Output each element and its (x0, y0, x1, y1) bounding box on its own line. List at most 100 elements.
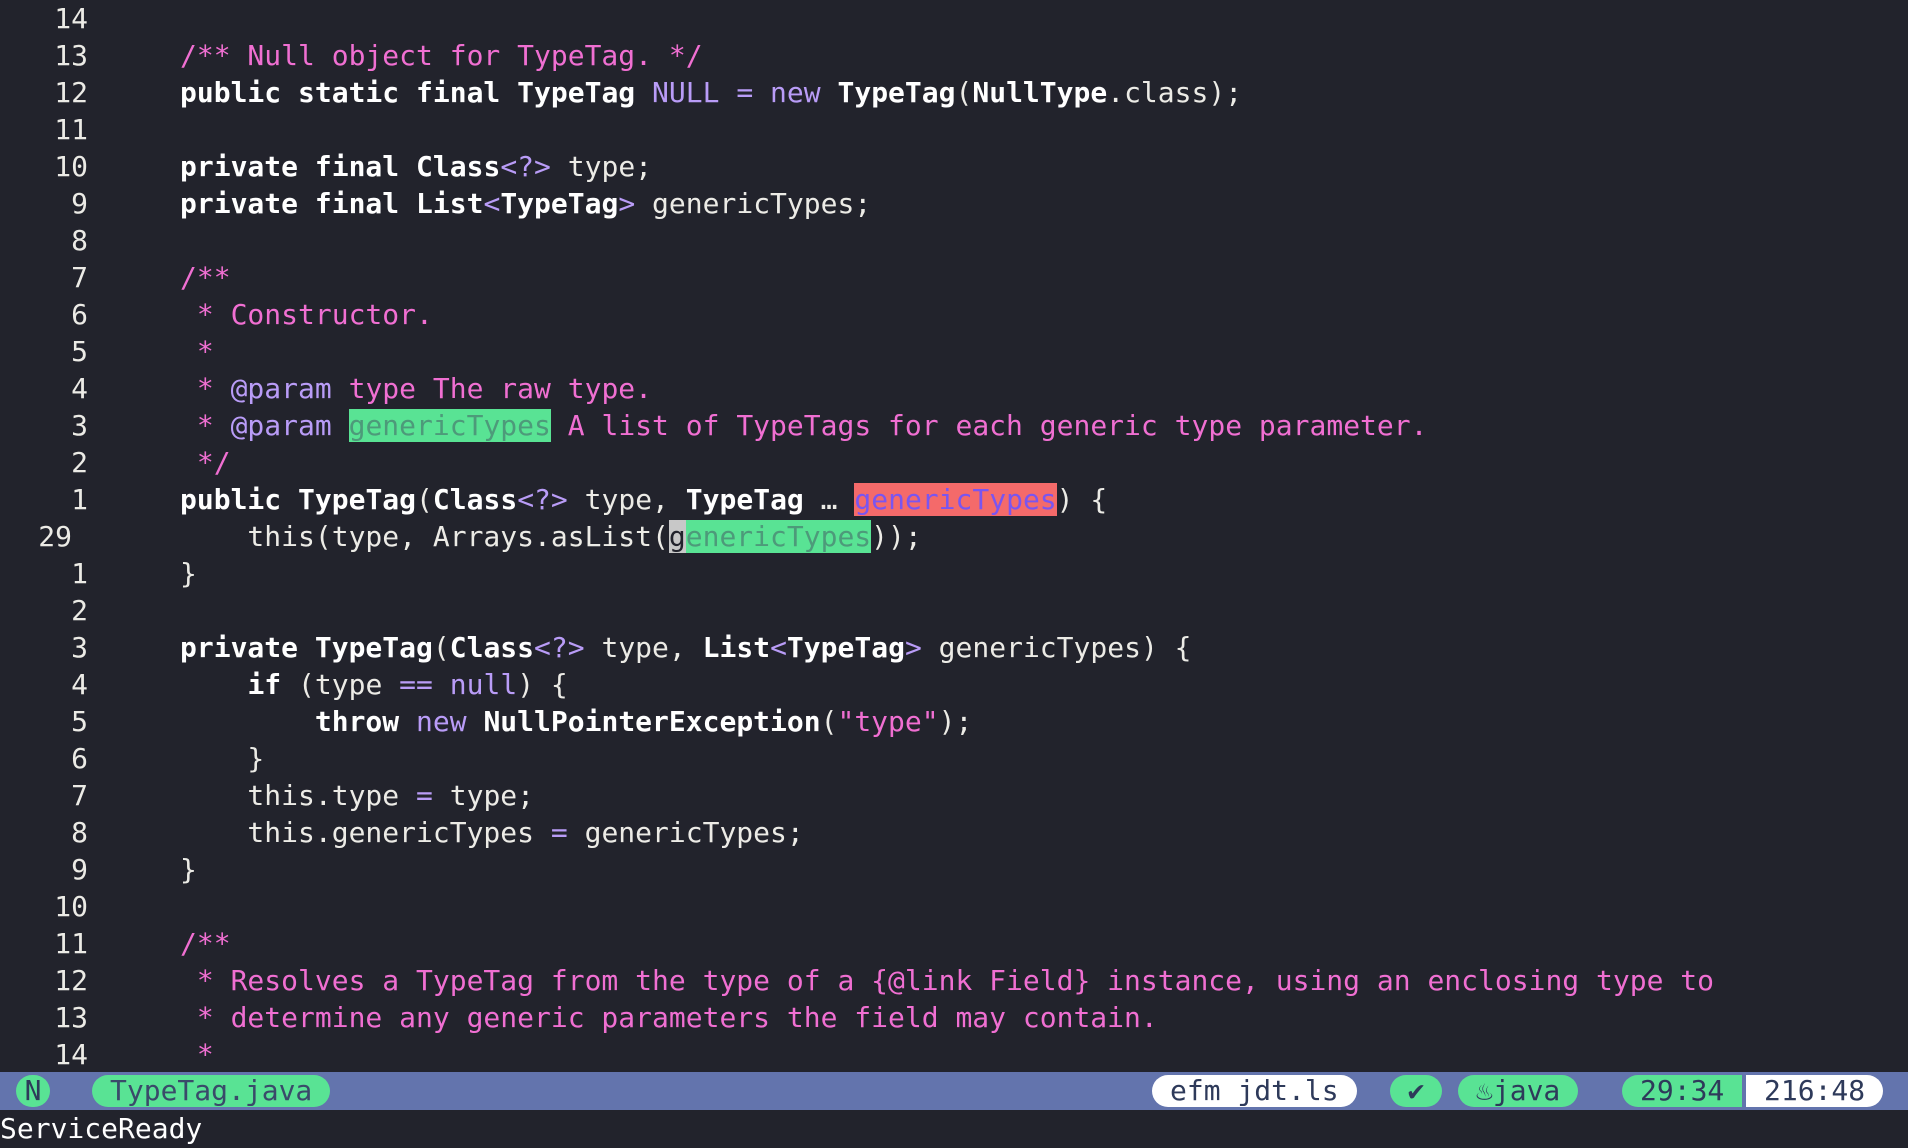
reference-highlight: enericTypes (685, 520, 872, 553)
comment: */ (180, 446, 231, 479)
code-line[interactable]: 9} (0, 851, 1908, 888)
operator: == (399, 668, 433, 701)
code-line[interactable]: 11 /** (0, 925, 1908, 962)
code-text: type; (432, 779, 535, 812)
line-code: private final List<TypeTag> genericTypes… (180, 185, 871, 222)
language-indicator: ♨java (1458, 1074, 1579, 1107)
code-editor[interactable]: 14 13/** Null object for TypeTag. */12 pub… (0, 0, 1908, 1072)
line-number: 1 (71, 557, 88, 590)
code-text: genericTypes; (635, 187, 872, 220)
keyword: private final (180, 187, 417, 220)
line-code: private TypeTag(Class<?> type, List<Type… (180, 629, 1192, 666)
generic: > (904, 631, 922, 664)
line-number: 12 (54, 76, 88, 109)
line-number: 10 (54, 150, 88, 183)
code-line[interactable]: 8 (0, 222, 1908, 259)
comment (332, 409, 349, 442)
line-number: 5 (71, 705, 88, 738)
language-label: java (1492, 1074, 1561, 1107)
operator: = (416, 779, 433, 812)
diagnostics-ok-icon: ✔ (1390, 1075, 1442, 1107)
generic: <?> (500, 150, 551, 183)
line-code: } (180, 740, 264, 777)
code-line[interactable]: 2 (0, 592, 1908, 629)
comment: A list of TypeTags for each generic type… (550, 409, 1428, 442)
code-line[interactable]: 6 } (0, 740, 1908, 777)
code-line[interactable]: 1 public TypeTag(Class<?> type, TypeTag …… (0, 481, 1908, 518)
code-line[interactable]: 7 this.type = type; (0, 777, 1908, 814)
filename-label: TypeTag.java (92, 1075, 331, 1107)
line-number: 2 (71, 594, 88, 627)
comment: * (180, 409, 231, 442)
paren: ( (955, 76, 973, 109)
code-line[interactable]: 10 private final Class<?> type; (0, 148, 1908, 185)
line-number: 1 (71, 483, 88, 516)
code-line[interactable]: 6 * Constructor. (0, 296, 1908, 333)
type-name: TypeTag (685, 483, 804, 516)
comment: * Resolves a TypeTag from the type of a … (180, 964, 1715, 997)
code-line[interactable]: 13 /** Null object for TypeTag. */ (0, 37, 1908, 74)
comment: /** (180, 927, 231, 960)
code-line[interactable]: 3 * @param genericTypes A list of TypeTa… (0, 407, 1908, 444)
generic: < (483, 187, 501, 220)
type-name: Class (449, 631, 535, 664)
string: "type" (837, 705, 939, 738)
comment: type The raw type. (331, 372, 653, 405)
code-line[interactable]: 14 (0, 0, 1908, 37)
line-code: /** (180, 925, 231, 962)
doc-tag: @param (230, 372, 332, 405)
type-name: Class (432, 483, 518, 516)
code-text: type, (567, 483, 686, 516)
code-line[interactable]: 10 (0, 888, 1908, 925)
code-line[interactable]: 14 * (0, 1036, 1908, 1072)
command-line[interactable]: ServiceReady (0, 1110, 1908, 1148)
java-icon: ♨ (1476, 1074, 1493, 1107)
code-line-current[interactable]: 29 this(type, Arrays.asList(genericTypes… (0, 518, 1908, 555)
code-line[interactable]: 3 private TypeTag(Class<?> type, List<Typ… (0, 629, 1908, 666)
definition-highlight: genericTypes (854, 483, 1057, 516)
keyword: private final (180, 150, 417, 183)
line-code: this(type, Arrays.asList(genericTypes)); (180, 518, 922, 555)
doc-tag: @param (230, 409, 332, 442)
code-line[interactable]: 2 */ (0, 444, 1908, 481)
comment: /** Null object for TypeTag. */ (180, 39, 703, 72)
line-code: } (180, 555, 197, 592)
type-name: List (702, 631, 771, 664)
code-text: genericTypes; (567, 816, 804, 849)
line-code: * (180, 333, 214, 370)
line-number: 7 (71, 779, 88, 812)
keyword: throw (314, 705, 400, 738)
code-line[interactable]: 5 * (0, 333, 1908, 370)
code-line[interactable]: 4 if (type == null) { (0, 666, 1908, 703)
code-line[interactable]: 7 /** (0, 259, 1908, 296)
code-text: )); (871, 520, 922, 553)
line-code: this.type = type; (180, 777, 534, 814)
code-line[interactable]: 4 * @param type The raw type. (0, 370, 1908, 407)
line-number: 6 (71, 298, 88, 331)
keyword-new: new (770, 76, 821, 109)
code-line[interactable]: 13 * determine any generic parameters th… (0, 999, 1908, 1036)
type-name: NullPointerException (483, 705, 821, 738)
line-code: throw new NullPointerException("type"); (180, 703, 972, 740)
code-text: } (180, 853, 197, 886)
code-text: this.genericTypes (180, 816, 551, 849)
line-number: 3 (71, 409, 88, 442)
code-line[interactable]: 12 * Resolves a TypeTag from the type of… (0, 962, 1908, 999)
line-number: 13 (54, 39, 88, 72)
line-number: 12 (54, 964, 88, 997)
line-number: 14 (54, 1038, 88, 1071)
comment: * (180, 1038, 214, 1071)
operator: = (719, 76, 771, 109)
code-line[interactable]: 9 private final List<TypeTag> genericType… (0, 185, 1908, 222)
code-line[interactable]: 5 throw new NullPointerException("type")… (0, 703, 1908, 740)
code-text: type; (550, 150, 653, 183)
code-line[interactable]: 11 (0, 111, 1908, 148)
type-name: TypeTag (837, 76, 956, 109)
line-code: * @param type The raw type. (180, 370, 652, 407)
code-line[interactable]: 8 this.genericTypes = genericTypes; (0, 814, 1908, 851)
code-line[interactable]: 12 public static final TypeTag NULL = new… (0, 74, 1908, 111)
code-text: genericTypes) { (921, 631, 1192, 664)
code-line[interactable]: 1} (0, 555, 1908, 592)
